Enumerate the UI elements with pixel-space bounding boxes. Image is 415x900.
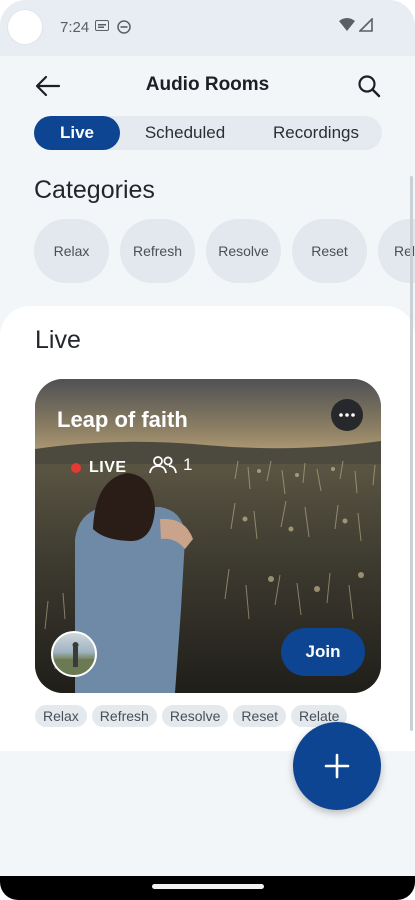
category-chip[interactable]: Resolve bbox=[206, 219, 281, 283]
live-status-badge: LIVE bbox=[71, 459, 127, 477]
camera-cutout bbox=[8, 10, 42, 44]
room-tag[interactable]: Reset bbox=[233, 705, 286, 727]
category-chip[interactable]: Refresh bbox=[120, 219, 195, 283]
live-rooms-panel: Live Leap of faith LIVE 1 Join Relax Ref… bbox=[0, 306, 415, 751]
tab-recordings[interactable]: Recordings bbox=[250, 116, 382, 150]
people-icon bbox=[149, 456, 177, 474]
search-icon bbox=[358, 75, 381, 98]
category-chip[interactable]: Reset bbox=[292, 219, 367, 283]
no-disturb-icon bbox=[117, 20, 131, 34]
scrollbar[interactable] bbox=[410, 176, 413, 731]
wifi-icon bbox=[339, 18, 355, 31]
sms-icon bbox=[95, 20, 109, 31]
status-system-icons bbox=[339, 18, 373, 32]
room-tag[interactable]: Resolve bbox=[161, 705, 229, 727]
live-badge-label: LIVE bbox=[89, 459, 127, 476]
status-time: 7:24 bbox=[60, 19, 90, 36]
status-bar: 7:24 bbox=[0, 0, 415, 56]
plus-icon bbox=[324, 753, 350, 779]
system-navigation-bar bbox=[0, 876, 415, 900]
search-button[interactable] bbox=[351, 68, 387, 104]
room-card[interactable]: Leap of faith LIVE 1 Join bbox=[35, 379, 381, 693]
room-type-tabs: Live Scheduled Recordings bbox=[34, 116, 382, 150]
home-gesture-handle[interactable] bbox=[152, 884, 264, 889]
live-dot-icon bbox=[71, 463, 81, 473]
tab-live[interactable]: Live bbox=[34, 116, 120, 150]
status-notification-icons bbox=[95, 20, 131, 34]
live-heading: Live bbox=[35, 326, 81, 354]
audio-rooms-screen: Audio Rooms Live Scheduled Recordings Ca… bbox=[0, 56, 415, 876]
listener-count: 1 bbox=[149, 455, 192, 475]
room-more-button[interactable] bbox=[331, 399, 363, 431]
cellular-signal-icon bbox=[359, 18, 373, 32]
host-avatar[interactable] bbox=[51, 631, 97, 677]
room-title: Leap of faith bbox=[57, 407, 188, 432]
categories-heading: Categories bbox=[34, 176, 155, 204]
room-tag[interactable]: Refresh bbox=[91, 705, 157, 727]
top-app-bar: Audio Rooms bbox=[0, 56, 415, 116]
listener-count-value: 1 bbox=[183, 455, 193, 474]
tab-scheduled[interactable]: Scheduled bbox=[120, 116, 250, 150]
more-horizontal-icon bbox=[339, 413, 355, 417]
category-chip[interactable]: Relax bbox=[34, 219, 109, 283]
join-button[interactable]: Join bbox=[281, 628, 365, 676]
categories-list: Relax Refresh Resolve Reset Rela bbox=[34, 219, 415, 283]
create-room-button[interactable] bbox=[293, 722, 381, 810]
room-tag[interactable]: Relax bbox=[35, 705, 87, 727]
